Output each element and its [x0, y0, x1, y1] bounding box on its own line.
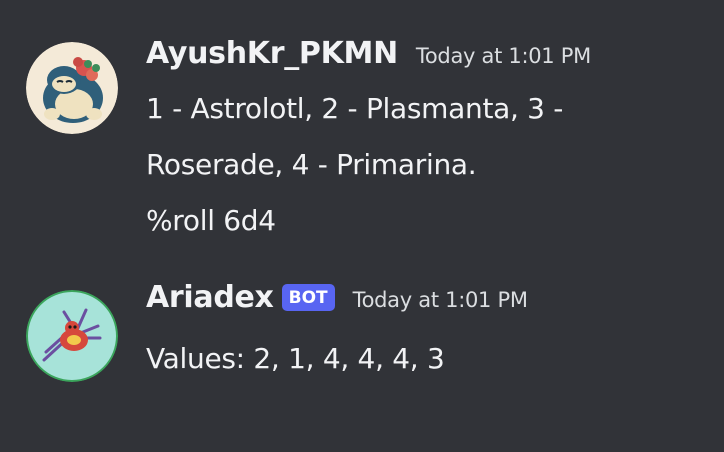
- message-text: 1 - Astrolotl, 2 - Plasmanta, 3 -: [146, 92, 564, 125]
- message-header: Ariadex BOT Today at 1:01 PM: [146, 280, 528, 315]
- avatar[interactable]: [26, 42, 118, 134]
- snorlax-avatar-icon: [26, 42, 118, 134]
- message-line: Values: 2, 1, 4, 4, 4, 3: [146, 342, 706, 375]
- message-header: AyushKr_PKMN Today at 1:01 PM: [146, 36, 591, 71]
- message-text: Values: 2, 1, 4, 4, 4, 3: [146, 342, 445, 375]
- message-text: %roll 6d4: [146, 204, 276, 237]
- chat-messages: AyushKr_PKMN Today at 1:01 PM 1 - Astrol…: [0, 0, 724, 452]
- username[interactable]: Ariadex: [146, 280, 274, 315]
- avatar[interactable]: [26, 290, 118, 382]
- ariados-avatar-icon: [26, 290, 118, 382]
- message-line: %roll 6d4: [146, 204, 706, 237]
- username[interactable]: AyushKr_PKMN: [146, 36, 398, 71]
- timestamp[interactable]: Today at 1:01 PM: [353, 288, 528, 312]
- timestamp[interactable]: Today at 1:01 PM: [416, 44, 591, 68]
- bot-badge: BOT: [281, 284, 335, 311]
- message-text: Roserade, 4 - Primarina.: [146, 148, 477, 181]
- message-line: Roserade, 4 - Primarina.: [146, 148, 706, 181]
- message-line: 1 - Astrolotl, 2 - Plasmanta, 3 -: [146, 92, 706, 125]
